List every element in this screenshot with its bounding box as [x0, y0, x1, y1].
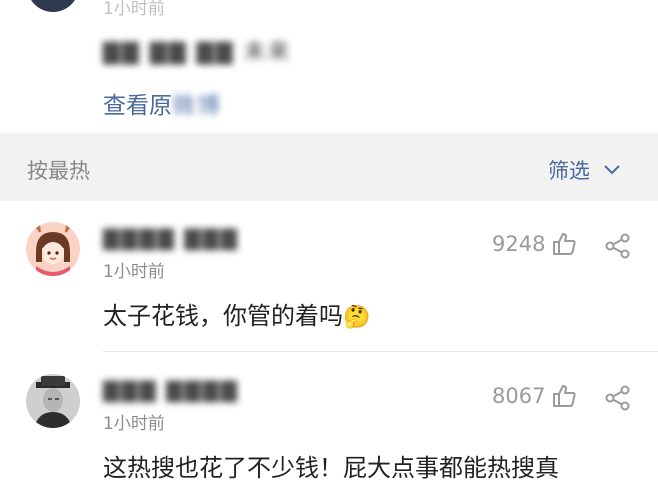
view-original-label: 查看原 [103, 93, 172, 119]
blurred-username: ▇▇ ▇▇ ▇▇ 未来 [103, 40, 292, 65]
avatar[interactable] [26, 374, 80, 428]
username[interactable]: ▇▇ ▇▇ ▇▇ 未来 [103, 34, 292, 66]
thumbs-up-icon [551, 383, 577, 409]
like-count: 9248 [492, 232, 546, 256]
divider [103, 351, 658, 352]
comment-time: 1小时前 [103, 414, 165, 434]
username[interactable]: ▇▇▇▇ ▇▇▇ [103, 226, 239, 250]
comment-text-body: 太子花钱，你管的着吗 [103, 302, 343, 330]
like-count: 8067 [492, 384, 546, 408]
view-original-link[interactable]: 查看原微博 [103, 86, 222, 120]
comment-time: 1小时前 [103, 262, 165, 282]
blurred-username: ▇▇▇▇ ▇▇▇ [103, 226, 239, 250]
sort-hot-tab[interactable]: 按最热 [27, 155, 90, 185]
person-photo-avatar-icon [26, 374, 80, 428]
blurred-username: ▇▇▇ ▇▇▇▇ [103, 378, 239, 402]
comment-text: 这热搜也花了不少钱！屁大点事都能热搜真 [103, 454, 559, 482]
thumbs-up-icon [551, 231, 577, 257]
girl-avatar-icon [26, 222, 80, 276]
filter-button[interactable]: 筛选 [548, 155, 622, 185]
share-icon[interactable] [604, 384, 632, 412]
filter-label: 筛选 [548, 159, 590, 183]
view-original-blurred: 微博 [172, 93, 222, 119]
comment-text: 太子花钱，你管的着吗🤔 [103, 296, 370, 331]
chevron-down-icon [602, 160, 622, 180]
thinking-emoji-icon: 🤔 [343, 305, 371, 330]
share-icon[interactable] [604, 232, 632, 260]
avatar[interactable] [26, 222, 80, 276]
username[interactable]: ▇▇▇ ▇▇▇▇ [103, 378, 239, 402]
avatar[interactable] [27, 0, 79, 12]
like-button[interactable]: 8067 [492, 383, 577, 409]
comment-time: 1小时前 [103, 0, 165, 19]
like-button[interactable]: 9248 [492, 231, 577, 257]
